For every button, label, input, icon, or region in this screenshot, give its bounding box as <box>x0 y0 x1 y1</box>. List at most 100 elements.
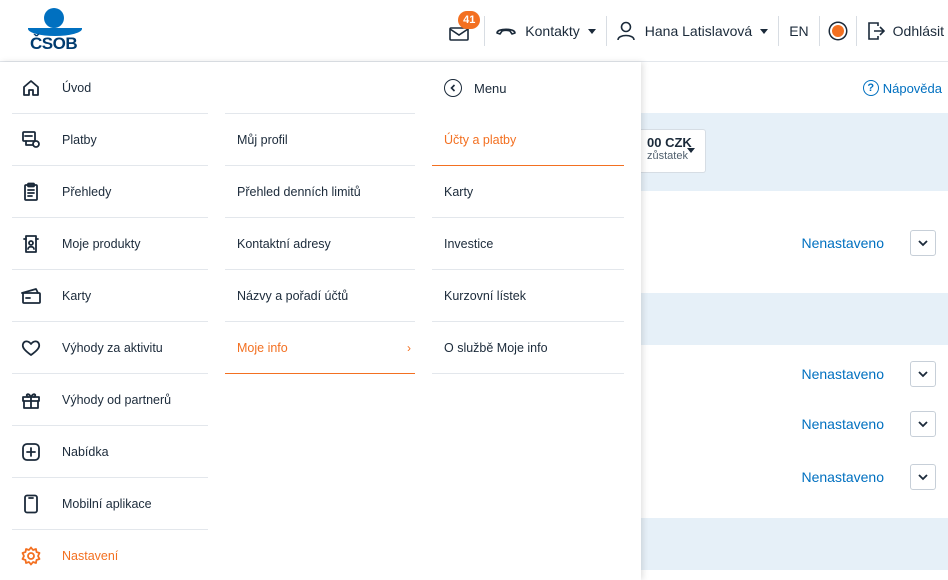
submenu-item-nazvy-uctu[interactable]: Názvy a pořadí účtů <box>225 270 415 322</box>
user-menu[interactable]: Hana Latislavová <box>607 16 780 46</box>
phone-icon <box>20 493 42 515</box>
setting-value: Nenastaveno <box>801 469 884 485</box>
menu-item-mobilni-aplikace[interactable]: Mobilní aplikace <box>12 478 208 530</box>
logo-text: ČSOB <box>30 34 78 53</box>
submenu-item-label: Moje info <box>237 340 288 355</box>
chevron-down-icon <box>587 28 596 34</box>
menu-spacer <box>225 62 415 114</box>
top-header: ČSOB 41 Kontakty Hana Latislavová EN Odh… <box>0 0 948 62</box>
account-balance-selector[interactable]: 00 CZK zůstatek <box>641 129 706 173</box>
info-item-label: Karty <box>444 184 474 199</box>
status-dot-icon <box>829 23 846 39</box>
menu-item-nabidka[interactable]: Nabídka <box>12 426 208 478</box>
submenu-item-limity[interactable]: Přehled denních limitů <box>225 166 415 218</box>
chevron-down-icon <box>918 474 928 481</box>
expand-dropdown-button[interactable] <box>910 411 936 437</box>
submenu-item-label: Názvy a pořadí účtů <box>237 288 349 303</box>
menu-item-moje-produkty[interactable]: Moje produkty <box>12 218 208 270</box>
menu-item-karty[interactable]: Karty <box>12 270 208 322</box>
help-icon: ? <box>862 80 879 96</box>
setting-row: Nenastaveno <box>641 398 948 450</box>
menu-item-nastaveni[interactable]: Nastavení <box>12 530 208 580</box>
language-label: EN <box>789 23 809 39</box>
main-navigation-menu: Úvod Platby Přehledy Moje produkty Karty… <box>0 62 641 580</box>
menu-item-label: Moje produkty <box>62 236 141 251</box>
expand-dropdown-button[interactable] <box>910 464 936 490</box>
card-icon <box>20 285 42 307</box>
expand-dropdown-button[interactable] <box>910 230 936 256</box>
menu-settings-column: Můj profil Přehled denních limitů Kontak… <box>225 62 415 374</box>
help-label: Nápověda <box>882 80 942 96</box>
submenu-item-moje-info[interactable]: Moje info › <box>225 322 415 374</box>
submenu-item-label: Můj profil <box>237 132 288 147</box>
contacts-menu[interactable]: Kontakty <box>485 16 607 46</box>
balance-amount: 00 CZK <box>647 135 692 150</box>
menu-moje-info-column: Menu Účty a platby Karty Investice Kurzo… <box>432 62 624 374</box>
messages-button[interactable]: 41 <box>438 11 486 46</box>
menu-item-label: Výhody za aktivitu <box>62 340 163 355</box>
menu-item-label: Nastavení <box>62 549 119 563</box>
menu-item-label: Přehledy <box>62 184 112 199</box>
info-item-kurzovni-listek[interactable]: Kurzovní lístek <box>432 270 624 322</box>
submenu-item-label: Kontaktní adresy <box>237 236 331 251</box>
menu-item-vyhody-od-partneru[interactable]: Výhody od partnerů <box>12 374 208 426</box>
submenu-item-muj-profil[interactable]: Můj profil <box>225 114 415 166</box>
info-item-o-sluzbe[interactable]: O službě Moje info <box>432 322 624 374</box>
menu-item-label: Karty <box>62 288 92 303</box>
menu-item-prehledy[interactable]: Přehledy <box>12 166 208 218</box>
info-item-label: Účty a platby <box>444 132 517 147</box>
chevron-down-icon <box>687 148 695 153</box>
setting-value: Nenastaveno <box>801 235 884 251</box>
help-link[interactable]: ? Nápověda <box>862 80 942 96</box>
info-item-label: O službě Moje info <box>444 340 548 355</box>
menu-item-label: Úvod <box>62 80 92 95</box>
submenu-item-kontaktni-adresy[interactable]: Kontaktní adresy <box>225 218 415 270</box>
info-item-ucty-a-platby[interactable]: Účty a platby <box>432 114 624 166</box>
back-label: Menu <box>474 80 507 96</box>
gear-icon <box>20 545 42 567</box>
setting-row: Nenastaveno <box>641 451 948 503</box>
plus-box-icon <box>20 441 42 463</box>
messages-badge: 41 <box>458 11 481 29</box>
chevron-down-icon <box>918 421 928 428</box>
csob-logo[interactable]: ČSOB <box>26 8 86 54</box>
menu-item-uvod[interactable]: Úvod <box>12 62 208 114</box>
header-actions: 41 Kontakty Hana Latislavová EN Odhlásit <box>438 0 948 62</box>
logout-button[interactable]: Odhlásit <box>857 16 948 46</box>
heart-icon <box>20 337 42 359</box>
gift-icon <box>20 389 42 411</box>
setting-value: Nenastaveno <box>801 416 884 432</box>
theme-toggle[interactable] <box>820 16 857 46</box>
chevron-down-icon <box>918 240 928 247</box>
info-item-label: Investice <box>444 236 494 251</box>
chevron-right-icon: › <box>407 340 411 355</box>
page-band <box>640 293 948 345</box>
menu-item-label: Platby <box>62 132 97 147</box>
info-item-investice[interactable]: Investice <box>432 218 624 270</box>
menu-item-label: Výhody od partnerů <box>62 392 172 407</box>
menu-item-platby[interactable]: Platby <box>12 114 208 166</box>
submenu-item-label: Přehled denních limitů <box>237 184 361 199</box>
menu-item-vyhody-za-aktivitu[interactable]: Výhody za aktivitu <box>12 322 208 374</box>
language-switch[interactable]: EN <box>779 16 820 46</box>
info-item-label: Kurzovní lístek <box>444 288 526 303</box>
logout-label: Odhlásit <box>892 23 944 39</box>
page-band <box>640 518 948 570</box>
logo-dot <box>44 8 64 28</box>
clipboard-icon <box>20 181 42 203</box>
setting-row: Nenastaveno <box>641 348 948 400</box>
setting-value: Nenastaveno <box>801 366 884 382</box>
logout-icon <box>867 21 885 41</box>
menu-item-label: Nabídka <box>62 444 109 459</box>
chevron-down-icon <box>918 371 928 378</box>
products-icon <box>20 233 42 255</box>
back-to-menu-button[interactable]: Menu <box>432 62 624 114</box>
chevron-down-icon <box>760 28 769 34</box>
chevron-left-icon <box>444 79 462 97</box>
info-item-karty[interactable]: Karty <box>432 166 624 218</box>
home-icon <box>20 77 42 99</box>
menu-item-label: Mobilní aplikace <box>62 496 152 511</box>
user-icon <box>616 21 635 41</box>
expand-dropdown-button[interactable] <box>910 361 936 387</box>
envelope-icon: 41 <box>448 11 481 43</box>
